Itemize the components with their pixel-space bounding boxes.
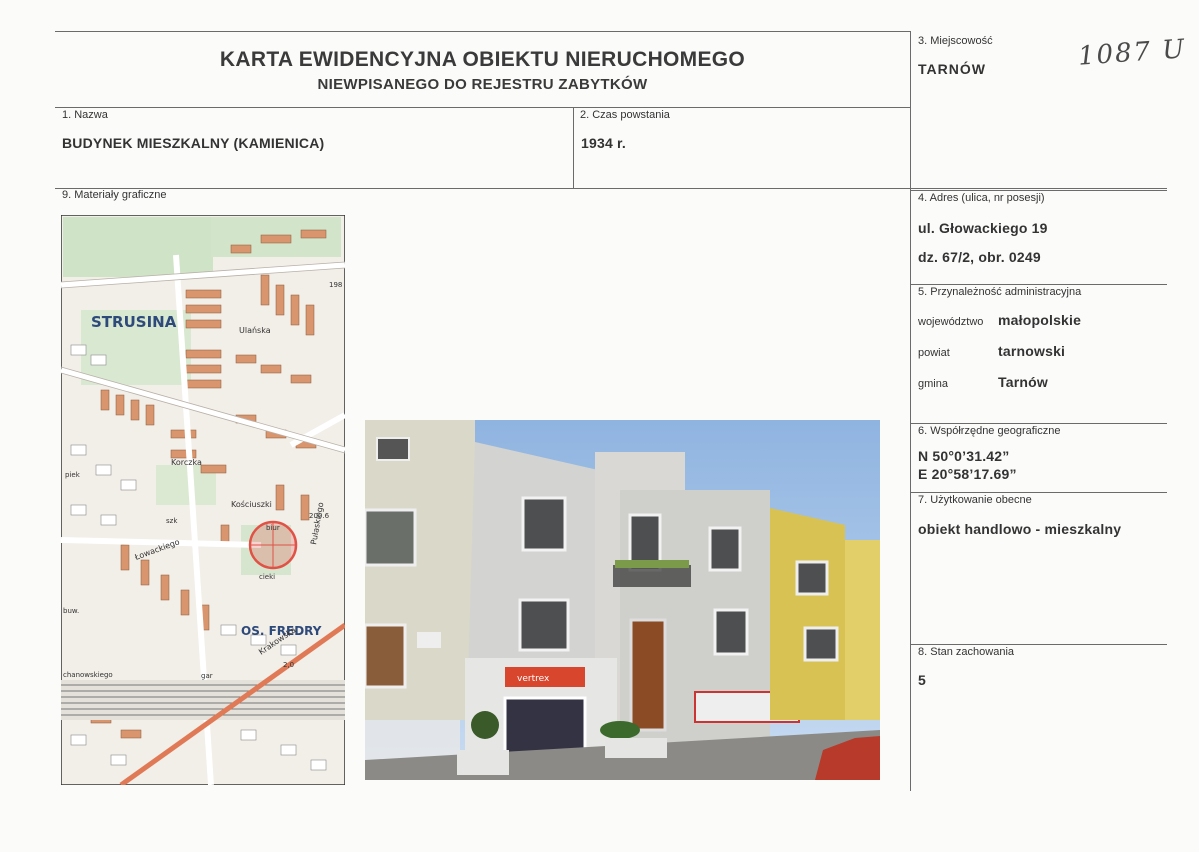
photo-yellow-building [770, 508, 845, 720]
map-label: gar [201, 672, 213, 680]
map-label: cieki [259, 573, 275, 581]
coords-north: N 50°0’31.42” [918, 448, 1010, 464]
rule-under-title [55, 107, 910, 108]
coords-east: E 20°58’17.69” [918, 466, 1017, 482]
usage-label: 7. Użytkowanie obecne [918, 494, 1032, 506]
name-date-divider [573, 107, 574, 189]
name-value: BUDYNEK MIESZKALNY (KAMIENICA) [62, 135, 325, 151]
photo-shop-sign: vertrex [517, 674, 550, 684]
condition-value: 5 [918, 672, 926, 688]
right-column-divider [910, 31, 911, 791]
rule-under-name [55, 188, 1167, 189]
commune-key: gmina [918, 378, 948, 390]
rule-above-usage [910, 492, 1167, 493]
date-label: 2. Czas powstania [580, 109, 670, 121]
map-label: Ulańska [239, 326, 271, 335]
top-rule [55, 31, 910, 32]
address-street: ul. Głowackiego 19 [918, 220, 1048, 236]
rule-under-city [910, 190, 1167, 191]
map-railway [61, 680, 345, 720]
location-map: STRUSINA OS. FREDRY Ulańska Kościuszki K… [61, 215, 345, 785]
map-label: 198 [329, 281, 342, 289]
city-label: 3. Miejscowość [918, 35, 993, 47]
graphics-label: 9. Materiały graficzne [62, 189, 167, 201]
coords-label: 6. Współrzędne geograficzne [918, 425, 1061, 437]
map-label: STRUSINA [91, 313, 177, 331]
condition-label: 8. Stan zachowania [918, 646, 1015, 658]
county-key: powiat [918, 347, 950, 359]
map-label: piek [65, 471, 81, 479]
usage-value: obiekt handlowo - mieszkalny [918, 521, 1122, 537]
card-subtitle: NIEWPISANEGO DO REJESTRU ZABYTKÓW [317, 76, 648, 93]
map-label: 2,0 [283, 661, 294, 669]
city-value: TARNÓW [918, 61, 986, 77]
voivodeship-key: województwo [918, 316, 984, 328]
admin-label: 5. Przynależność administracyjna [918, 286, 1082, 298]
map-label: buw. [63, 607, 79, 615]
voivodeship-value: małopolskie [998, 312, 1082, 328]
card-title: KARTA EWIDENCYJNA OBIEKTU NIERUCHOMEGO [219, 48, 746, 71]
map-green-area [63, 217, 213, 277]
map-label: biur [266, 524, 280, 532]
handwritten-number: 1087 U [1077, 34, 1188, 72]
commune-value: Tarnów [998, 374, 1048, 390]
rule-above-condition [910, 644, 1167, 645]
rule-above-coords [910, 423, 1167, 424]
map-label: Korczka [171, 458, 202, 467]
map-label: chanowskiego [63, 671, 113, 679]
map-label: Kościuszki [231, 499, 272, 509]
date-value: 1934 r. [581, 135, 626, 151]
building-photo: vertrex [365, 420, 880, 780]
map-label: 200.6 [309, 512, 330, 520]
address-label: 4. Adres (ulica, nr posesji) [918, 192, 1045, 204]
map-label: szk [166, 517, 178, 525]
address-parcel: dz. 67/2, obr. 0249 [918, 249, 1041, 265]
county-value: tarnowski [998, 343, 1066, 359]
name-label: 1. Nazwa [62, 109, 108, 121]
rule-above-admin [910, 284, 1167, 285]
